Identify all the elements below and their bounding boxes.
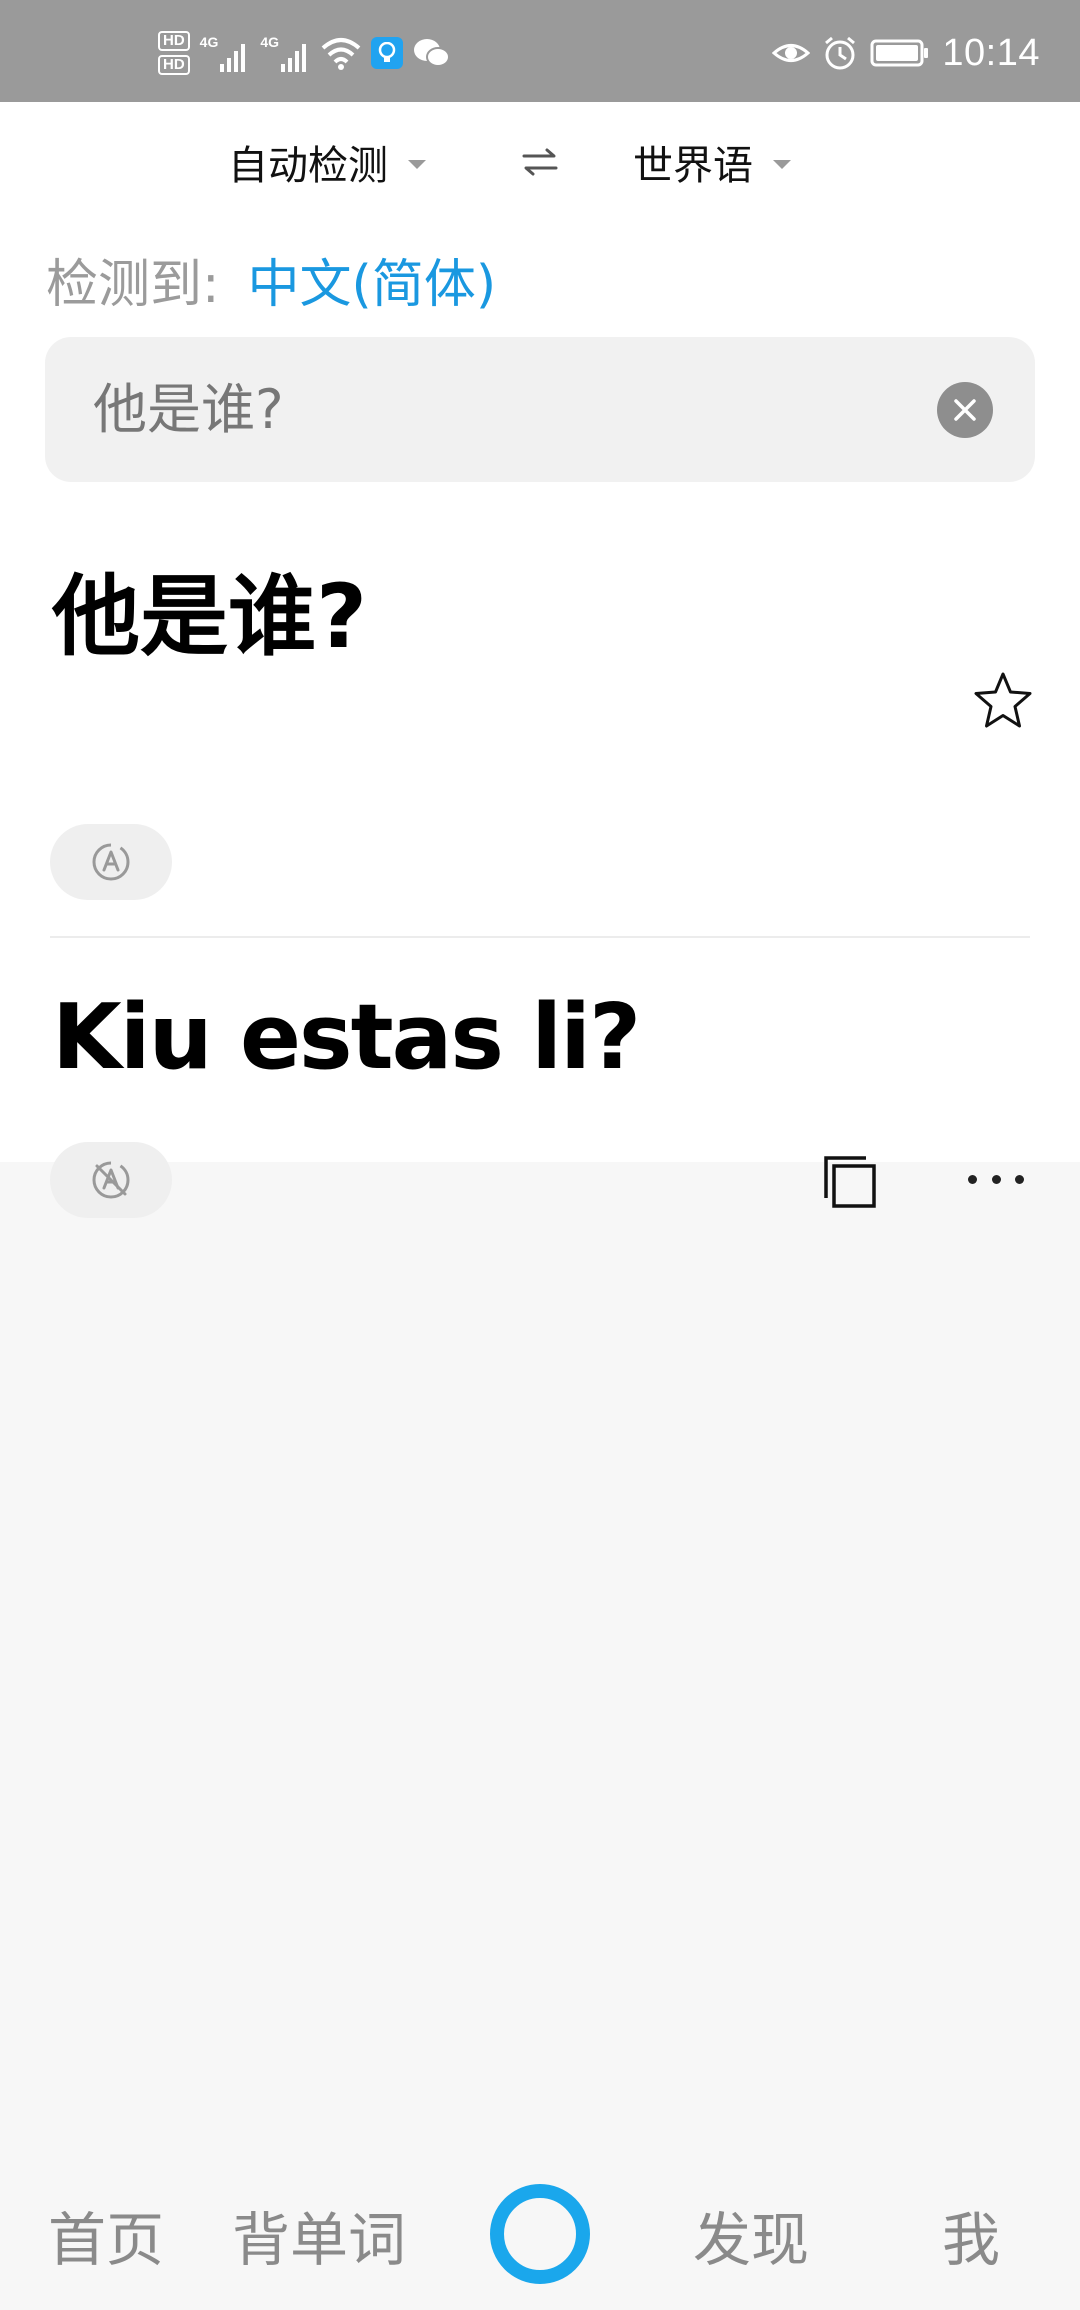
dot-icon [968,1174,977,1184]
dot-icon [1015,1174,1024,1184]
nav-home[interactable]: 首页 [48,2200,164,2280]
alarm-icon [825,36,856,70]
language-bar: 自动检测 世界语 [0,102,1080,222]
detected-language-row: 检测到: 中文(简体) [46,242,496,316]
translation-result: Kiu estas li? [52,985,641,1090]
section-divider [50,936,1030,938]
wechat-icon [414,39,451,67]
source-pronounce-button[interactable] [50,824,172,900]
nav-discover[interactable]: 发现 [693,2200,809,2280]
net2-label: 4G [260,34,280,50]
net1-label: 4G [199,34,219,50]
translation-panel: 自动检测 世界语 检测到: 中文(简体) 他是谁? 他是谁? Kiu estas… [0,102,1080,1218]
bottom-navigation: 首页 背单词 发现 我 [0,2170,1080,2310]
pronunciation-icon [92,843,130,881]
dot-icon [991,1174,1001,1184]
nav-me[interactable]: 我 [942,2200,1000,2280]
copy-icon[interactable] [820,1152,880,1212]
wifi-icon [321,38,361,70]
source-input-text[interactable]: 他是谁? [93,337,284,482]
source-language-selector[interactable]: 自动检测 [228,132,426,192]
hd-icon: HD HD [158,31,190,75]
hd1-label: HD [158,31,190,51]
source-input-box[interactable]: 他是谁? [45,337,1035,482]
light-app-icon [371,37,404,69]
target-language-selector[interactable]: 世界语 [633,132,791,192]
result-pronounce-button[interactable] [50,1142,172,1218]
hd2-label: HD [158,55,190,75]
detected-label: 检测到: [46,254,220,315]
close-icon [954,399,976,421]
clear-input-button[interactable] [937,382,993,438]
chevron-down-icon [408,159,426,169]
pronunciation-off-icon [92,1161,130,1199]
eye-icon [772,44,811,62]
chevron-down-icon [773,159,791,169]
target-language-label: 世界语 [633,143,753,189]
signal-icon-2: 4G [260,34,311,72]
clock-time: 10:14 [942,31,1040,74]
status-bar: HD HD 4G 4G 10:14 [0,0,1080,102]
more-options-button[interactable] [968,1164,1024,1194]
voice-assistant-ring-button[interactable] [490,2184,590,2284]
detected-language-link[interactable]: 中文(简体) [248,242,497,317]
status-right-group: 10:14 [772,26,1040,80]
status-left-group: HD HD 4G 4G [158,28,451,78]
star-icon[interactable] [972,670,1034,732]
source-text-display: 他是谁? [52,565,368,668]
battery-icon [870,39,929,67]
swap-icon [522,148,558,176]
nav-vocabulary[interactable]: 背单词 [232,2200,406,2280]
signal-icon: 4G [200,34,251,72]
swap-languages-button[interactable] [515,132,565,192]
source-language-label: 自动检测 [228,143,388,189]
